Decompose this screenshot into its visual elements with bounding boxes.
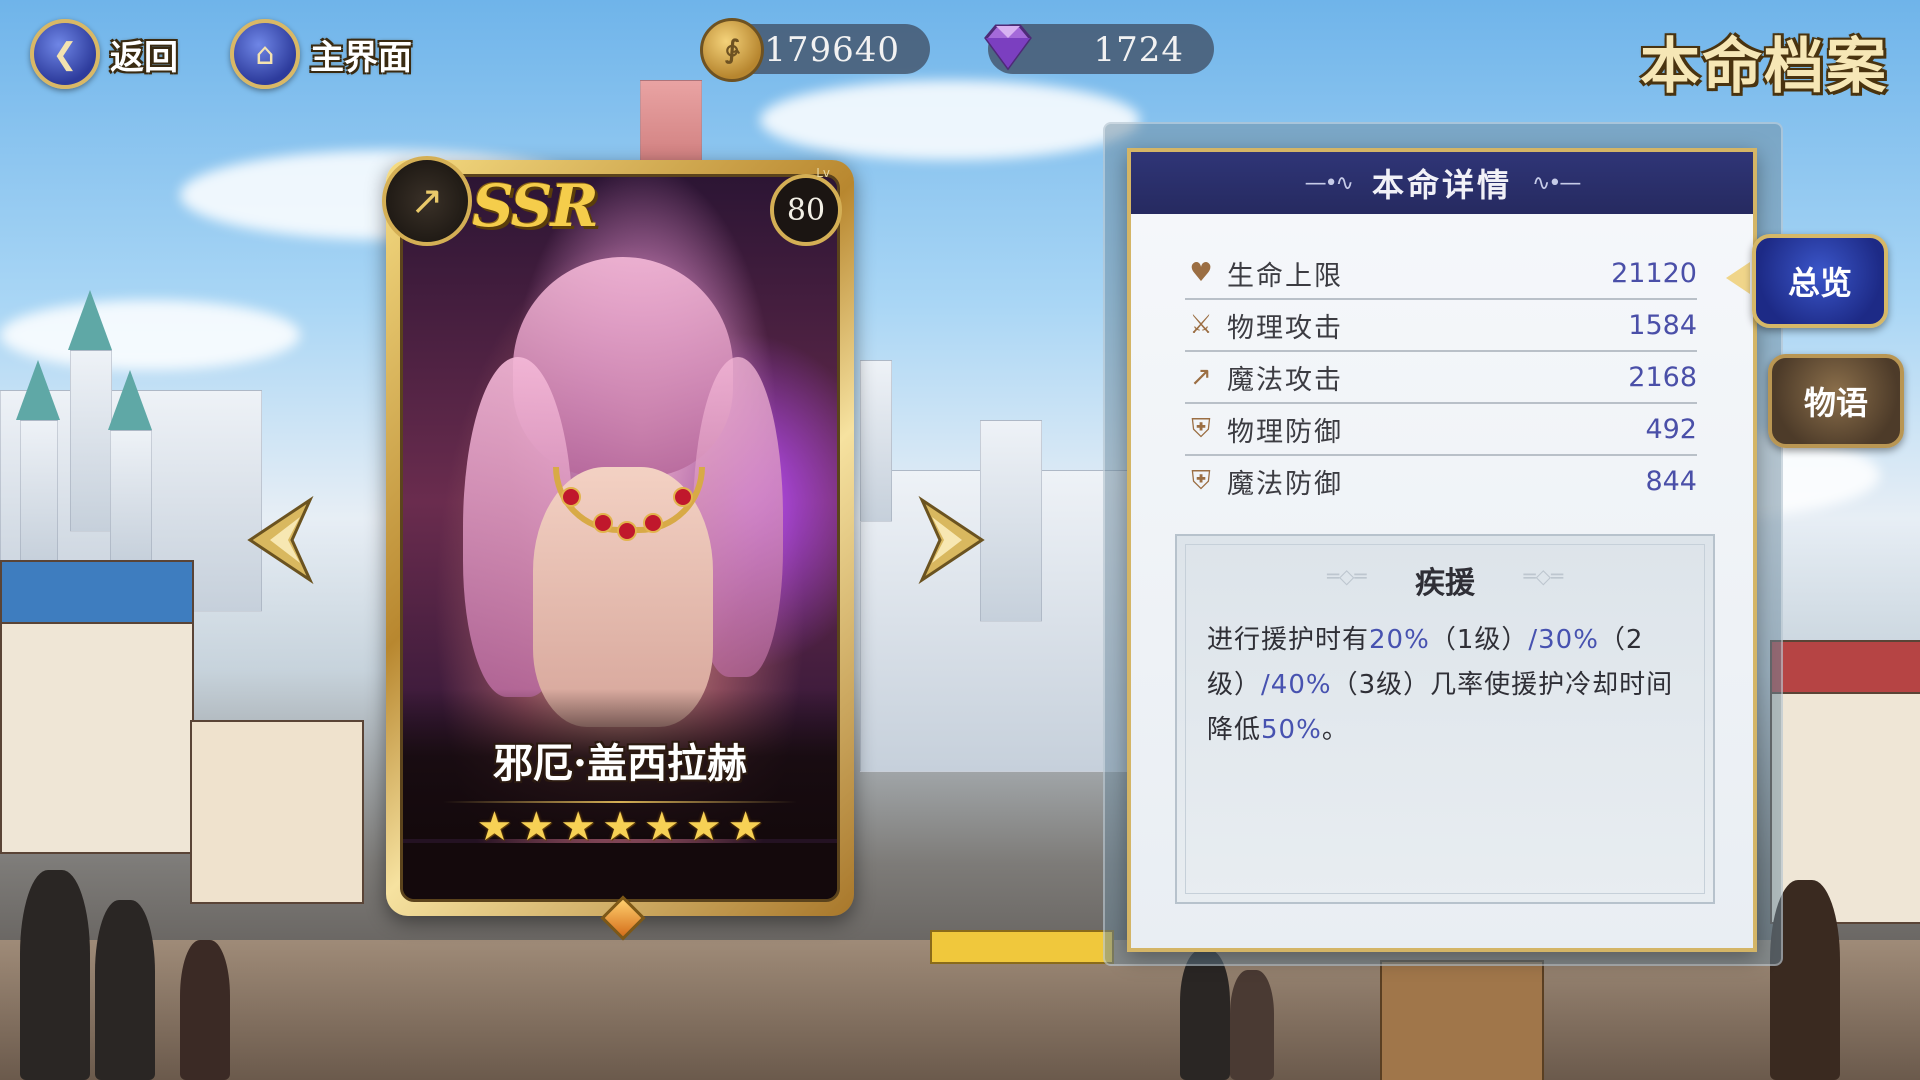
flourish-left-icon: —•∿: [1304, 170, 1354, 196]
tab-overview[interactable]: 总览: [1752, 234, 1888, 328]
gold-coin-icon: ∳: [700, 18, 764, 82]
stat-row-physical-attack: ⚔ 物理攻击 1584: [1185, 300, 1697, 352]
star-icon: ★: [643, 804, 680, 850]
staff-class-icon: ↗: [382, 156, 472, 246]
skill-value-highlight: /30%: [1528, 625, 1599, 655]
star-icon: ★: [727, 804, 764, 850]
skill-name: 疾援: [1415, 566, 1475, 601]
rarity-badge: SSR: [472, 172, 599, 240]
level-tag: Lv: [816, 166, 830, 180]
character-card[interactable]: 邪厄·盖西拉赫 ★ ★ ★ ★ ★ ★ ★ ↗ SSR Lv 80: [382, 156, 854, 941]
skill-value-highlight: 50%: [1261, 715, 1322, 745]
star-icon: ★: [685, 804, 722, 850]
star-icon: ★: [476, 804, 513, 850]
skill-text-segment: （1级）: [1429, 625, 1529, 655]
star-icon: ★: [518, 804, 555, 850]
gold-counter: ∳ 179640: [700, 18, 930, 82]
stats-list: ♥ 生命上限 21120 ⚔ 物理攻击 1584 ↗ 魔法攻击 2168 ⛨ 物…: [1185, 248, 1697, 506]
character-name: 邪厄·盖西拉赫: [493, 740, 747, 787]
stat-row-magic-defense: ⛨ 魔法防御 844: [1185, 456, 1697, 506]
detail-panel: —•∿ 本命详情 ∿•— ♥ 生命上限 21120 ⚔ 物理攻击 1584 ↗ …: [1127, 148, 1757, 952]
star-icon: ★: [560, 804, 597, 850]
skill-text-segment: （3级）: [1331, 670, 1431, 700]
stat-row-magic-attack: ↗ 魔法攻击 2168: [1185, 352, 1697, 404]
tab-pointer-icon: [1726, 262, 1750, 294]
wand-icon: ↗: [1190, 362, 1212, 392]
star-rating: ★ ★ ★ ★ ★ ★ ★: [403, 807, 837, 847]
star-icon: ★: [602, 804, 638, 850]
tab-story[interactable]: 物语: [1768, 354, 1904, 448]
skill-value-highlight: 20%: [1369, 625, 1430, 655]
stat-row-hp: ♥ 生命上限 21120: [1185, 248, 1697, 300]
flourish-right-icon: ∿•—: [1532, 170, 1581, 196]
skill-value-highlight: /40%: [1261, 670, 1332, 700]
diamond-gem-icon: [984, 24, 1032, 71]
panel-header: —•∿ 本命详情 ∿•—: [1131, 152, 1753, 214]
sword-icon: ⚔: [1189, 310, 1213, 340]
back-button[interactable]: ❮ 返回: [30, 19, 178, 89]
skill-text-segment: 进行援护时有: [1207, 625, 1370, 655]
home-button[interactable]: ⌂ 主界面: [230, 19, 412, 89]
character-portrait: 邪厄·盖西拉赫 ★ ★ ★ ★ ★ ★ ★: [400, 174, 840, 902]
shield-wand-icon: ⛨: [1191, 465, 1211, 496]
stat-row-physical-defense: ⛨ 物理防御 492: [1185, 404, 1697, 456]
screen-title: 本命档案: [1640, 32, 1888, 102]
home-icon: ⌂: [230, 19, 300, 89]
skill-description: 进行援护时有20%（1级）/30%（2级）/40%（3级）几率使援护冷却时间降低…: [1207, 618, 1687, 753]
ornament-right-icon: ═◇═: [1523, 564, 1563, 588]
back-arrow-icon: ❮: [30, 19, 100, 89]
skill-text-segment: 。: [1321, 715, 1349, 745]
shield-sword-icon: ⛨: [1191, 413, 1211, 444]
heart-icon: ♥: [1189, 258, 1213, 288]
level-badge: 80: [770, 174, 842, 246]
prev-arrow-icon[interactable]: [240, 495, 320, 585]
gold-amount: 179640: [764, 30, 900, 70]
gem-amount: 1724: [1093, 30, 1184, 70]
skill-box: ═◇═ 疾援 ═◇═ 进行援护时有20%（1级）/30%（2级）/40%（3级）…: [1175, 534, 1715, 904]
next-arrow-icon[interactable]: [912, 495, 992, 585]
gem-counter: 1724: [984, 24, 1214, 74]
panel-title: 本命详情: [1371, 166, 1512, 204]
